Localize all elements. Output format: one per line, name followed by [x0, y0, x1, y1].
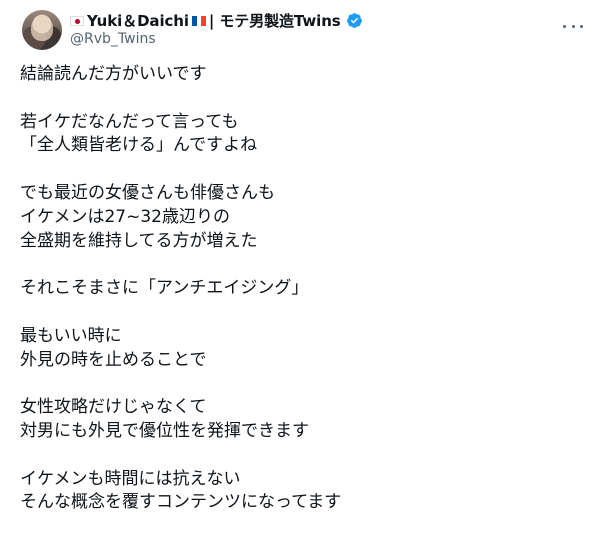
tweet-text-line: 対男にも外見で優位性を発揮できます: [20, 420, 309, 441]
avatar[interactable]: [22, 10, 62, 50]
tweet-text-line: 「全人類皆老ける」んですよね: [20, 135, 258, 156]
tweet-text-line: 若イケだなんだって言っても: [20, 111, 239, 132]
tweet-text-line: 女性攻略だけじゃなくて: [20, 397, 207, 418]
tweet-text-line: それこそまさに「アンチエイジング」: [20, 278, 309, 299]
author-handle[interactable]: @Rvb_Twins: [70, 31, 156, 47]
avatar-face: [31, 17, 53, 41]
tweet-text-line: イケメンも時間には抗えない: [20, 468, 241, 489]
tweet-text-line: 全盛期を維持してる方が増えた: [20, 230, 258, 251]
more-options-icon[interactable]: [563, 16, 583, 36]
tweet-text-line: そんな概念を覆すコンテンツになってます: [20, 492, 342, 513]
france-flag-icon: [191, 15, 206, 26]
japan-flag-icon: [70, 15, 84, 26]
author-name-row[interactable]: Yuki＆Daichi | モテ男製造Twins: [70, 10, 363, 31]
tweet-text-line: 外見の時を止めることで: [20, 349, 207, 370]
tweet-text: 結論読んだ方がいいです若イケだなんだって言っても 「全人類皆老ける」んですよね でも…: [20, 63, 580, 515]
tweet-header: Yuki＆Daichi | モテ男製造Twins @Rvb_Twins: [22, 8, 597, 52]
tweet-text-line: でも最近の女優さんも俳優さんも: [20, 182, 275, 203]
tweet-text-line: イケメンは27~32歳辺りの: [20, 206, 230, 227]
tweet-text-line: 結論読んだ方がいいです: [20, 64, 207, 84]
tweet: Yuki＆Daichi | モテ男製造Twins @Rvb_Twins 結論読ん…: [0, 0, 597, 544]
author-name-tail[interactable]: | モテ男製造Twins: [209, 10, 341, 31]
author-display-name[interactable]: Yuki＆Daichi: [87, 10, 189, 31]
verified-badge-icon: [346, 13, 362, 28]
tweet-text-line: 最もいい時に: [20, 325, 122, 346]
